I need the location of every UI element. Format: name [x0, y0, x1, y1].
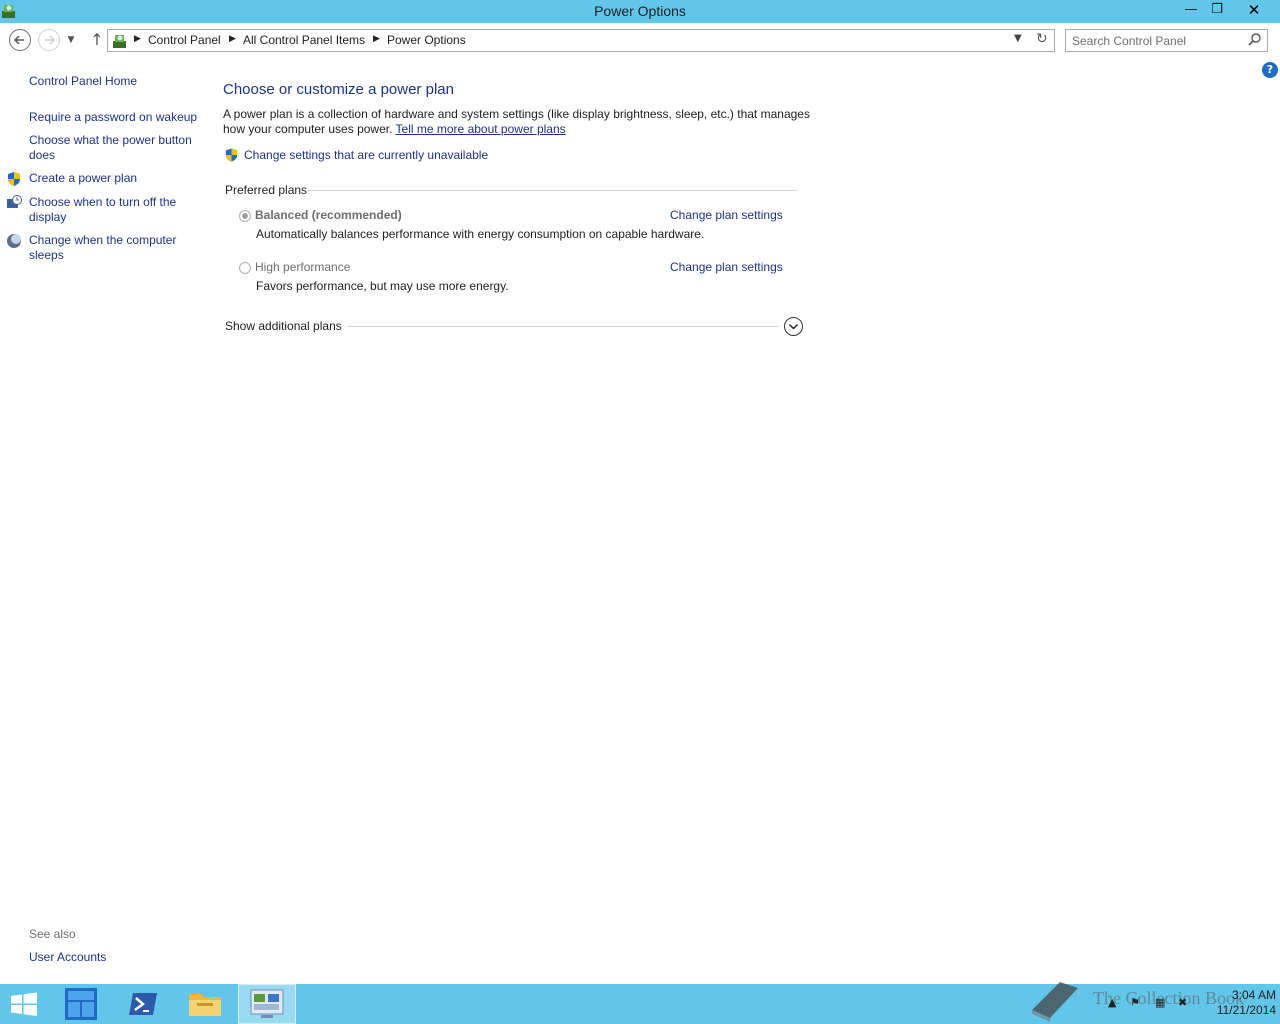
server-manager-icon — [65, 988, 97, 1020]
sleep-moon-icon — [7, 234, 21, 248]
high-performance-plan-name[interactable]: High performance — [255, 260, 350, 274]
page-title: Choose or customize a power plan — [223, 81, 454, 98]
start-button[interactable] — [0, 984, 48, 1024]
user-accounts-link[interactable]: User Accounts — [29, 950, 106, 964]
help-icon[interactable]: ? — [1262, 62, 1278, 78]
clock-date: 11/21/2014 — [1216, 1003, 1276, 1017]
breadcrumb-separator-icon[interactable]: ▶ — [134, 34, 141, 44]
taskbar: The Collection Book ▲ ⚑ ▦ ✖ 3:04 AM 11/2… — [0, 982, 1280, 1024]
address-bar[interactable]: ▶ Control Panel ▶ All Control Panel Item… — [107, 29, 1055, 52]
network-icon[interactable]: ▦ — [1155, 996, 1165, 1009]
file-explorer-taskbar-button[interactable] — [176, 984, 234, 1024]
balanced-change-plan-settings-link[interactable]: Change plan settings — [670, 208, 783, 222]
control-panel-icon — [113, 35, 126, 48]
show-additional-plans-heading[interactable]: Show additional plans — [225, 319, 342, 333]
high-performance-plan-radio[interactable] — [239, 262, 251, 274]
power-button-link[interactable]: Choose what the power button does — [29, 133, 199, 163]
uac-shield-icon — [8, 172, 20, 186]
turn-off-display-link[interactable]: Choose when to turn off the display — [29, 195, 199, 225]
balanced-plan-radio[interactable] — [239, 210, 251, 222]
breadcrumb-control-panel[interactable]: Control Panel — [148, 33, 221, 47]
additional-plans-divider — [348, 326, 778, 327]
search-icon[interactable] — [1247, 32, 1263, 48]
window-title: Power Options — [594, 3, 686, 19]
breadcrumb-all-items[interactable]: All Control Panel Items — [243, 33, 365, 47]
breadcrumb-power-options[interactable]: Power Options — [387, 33, 466, 47]
powershell-icon — [129, 993, 157, 1015]
show-hidden-icons-chevron-icon[interactable]: ▲ — [1108, 996, 1116, 1009]
control-panel-home-link[interactable]: Control Panel Home — [29, 74, 199, 89]
navigation-bar: ▼ ↑ ▶ Control Panel ▶ All Control Panel … — [0, 23, 1280, 59]
folder-icon — [189, 994, 221, 1016]
search-box[interactable] — [1065, 29, 1268, 52]
action-center-flag-icon[interactable]: ⚑ — [1130, 996, 1140, 1009]
address-dropdown-chevron-icon[interactable]: ▼ — [1014, 33, 1022, 44]
change-unavailable-settings-link[interactable]: Change settings that are currently unava… — [244, 148, 488, 162]
expand-additional-plans-button[interactable] — [784, 317, 803, 336]
preferred-plans-heading: Preferred plans — [225, 183, 308, 197]
preferred-plans-divider — [307, 190, 797, 191]
computer-sleeps-link[interactable]: Change when the computer sleeps — [29, 233, 199, 263]
minimize-button[interactable]: — — [1178, 0, 1204, 21]
breadcrumb-separator-icon[interactable]: ▶ — [373, 34, 380, 44]
search-input[interactable] — [1072, 33, 1242, 48]
taskbar-clock[interactable]: 3:04 AM 11/21/2014 — [1200, 988, 1276, 1018]
restore-button[interactable]: ❐ — [1204, 0, 1230, 21]
learn-more-link[interactable]: Tell me more about power plans — [396, 122, 566, 136]
high-performance-plan-description: Favors performance, but may use more ene… — [256, 279, 509, 293]
create-power-plan-link[interactable]: Create a power plan — [29, 171, 199, 186]
forward-button[interactable] — [38, 29, 60, 51]
balanced-plan-name[interactable]: Balanced (recommended) — [255, 208, 402, 222]
windows-logo-icon — [11, 992, 37, 1016]
title-bar: Power Options — ❐ ✕ — [0, 0, 1280, 23]
control-panel-icon — [250, 989, 284, 1018]
chevron-down-icon — [788, 323, 799, 330]
book-watermark-icon — [1032, 982, 1078, 1022]
recent-locations-chevron-icon[interactable]: ▼ — [64, 29, 78, 51]
breadcrumb-separator-icon[interactable]: ▶ — [229, 34, 236, 44]
powershell-taskbar-button[interactable] — [114, 984, 172, 1024]
up-arrow-icon[interactable]: ↑ — [86, 29, 108, 51]
high-performance-change-plan-settings-link[interactable]: Change plan settings — [670, 260, 783, 274]
require-password-link[interactable]: Require a password on wakeup — [29, 110, 199, 125]
uac-shield-icon — [225, 148, 238, 162]
clock-time: 3:04 AM — [1231, 988, 1276, 1002]
back-arrow-icon — [13, 35, 24, 45]
server-manager-taskbar-button[interactable] — [52, 984, 110, 1024]
back-button[interactable] — [9, 29, 31, 51]
close-button[interactable]: ✕ — [1230, 0, 1278, 21]
speaker-muted-icon[interactable]: ✖ — [1178, 996, 1187, 1009]
forward-arrow-icon — [45, 35, 56, 45]
see-also-heading: See also — [29, 927, 76, 941]
refresh-icon[interactable]: ↻ — [1036, 31, 1048, 47]
balanced-plan-description: Automatically balances performance with … — [256, 227, 705, 241]
control-panel-taskbar-button[interactable] — [238, 984, 296, 1024]
page-description: A power plan is a collection of hardware… — [223, 107, 813, 137]
display-clock-icon — [7, 195, 22, 208]
